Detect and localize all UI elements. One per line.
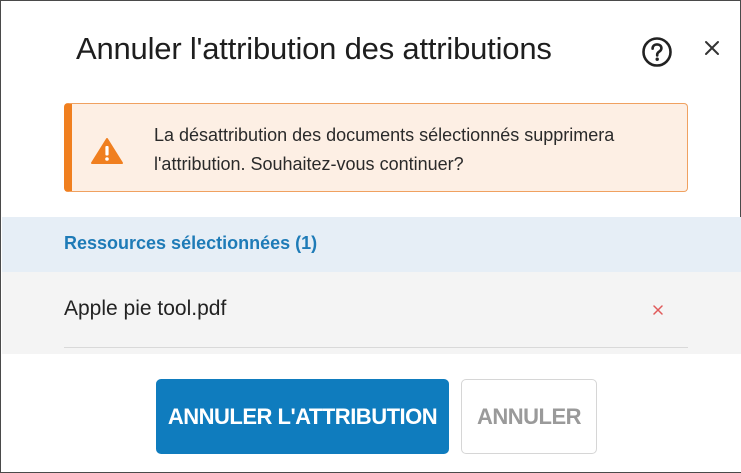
resource-list: Apple pie tool.pdf <box>2 272 741 354</box>
dialog-title: Annuler l'attribution des attributions <box>76 31 552 66</box>
remove-x-icon <box>653 305 663 315</box>
close-icon <box>705 41 719 55</box>
dialog-header: Annuler l'attribution des attributions <box>1 1 740 101</box>
selected-resources-title: Ressources sélectionnées (1) <box>64 233 318 253</box>
cancel-button[interactable]: ANNULER <box>461 379 597 454</box>
unassign-dialog: Annuler l'attribution des attributions L… <box>0 0 741 473</box>
list-item: Apple pie tool.pdf <box>64 272 688 348</box>
warning-alert: La désattribution des documents sélectio… <box>64 103 688 192</box>
selected-resources-header: Ressources sélectionnées (1) <box>2 217 741 272</box>
help-button[interactable] <box>641 36 673 68</box>
warning-triangle-icon <box>91 138 123 164</box>
help-circle-icon <box>642 37 672 67</box>
confirm-unassign-button[interactable]: ANNULER L'ATTRIBUTION <box>156 379 449 454</box>
remove-resource-button[interactable] <box>648 300 668 320</box>
dialog-footer: ANNULER L'ATTRIBUTION ANNULER <box>2 354 741 472</box>
alert-message: La désattribution des documents sélectio… <box>154 125 615 174</box>
close-button[interactable] <box>697 33 727 63</box>
resource-name: Apple pie tool.pdf <box>64 297 227 320</box>
